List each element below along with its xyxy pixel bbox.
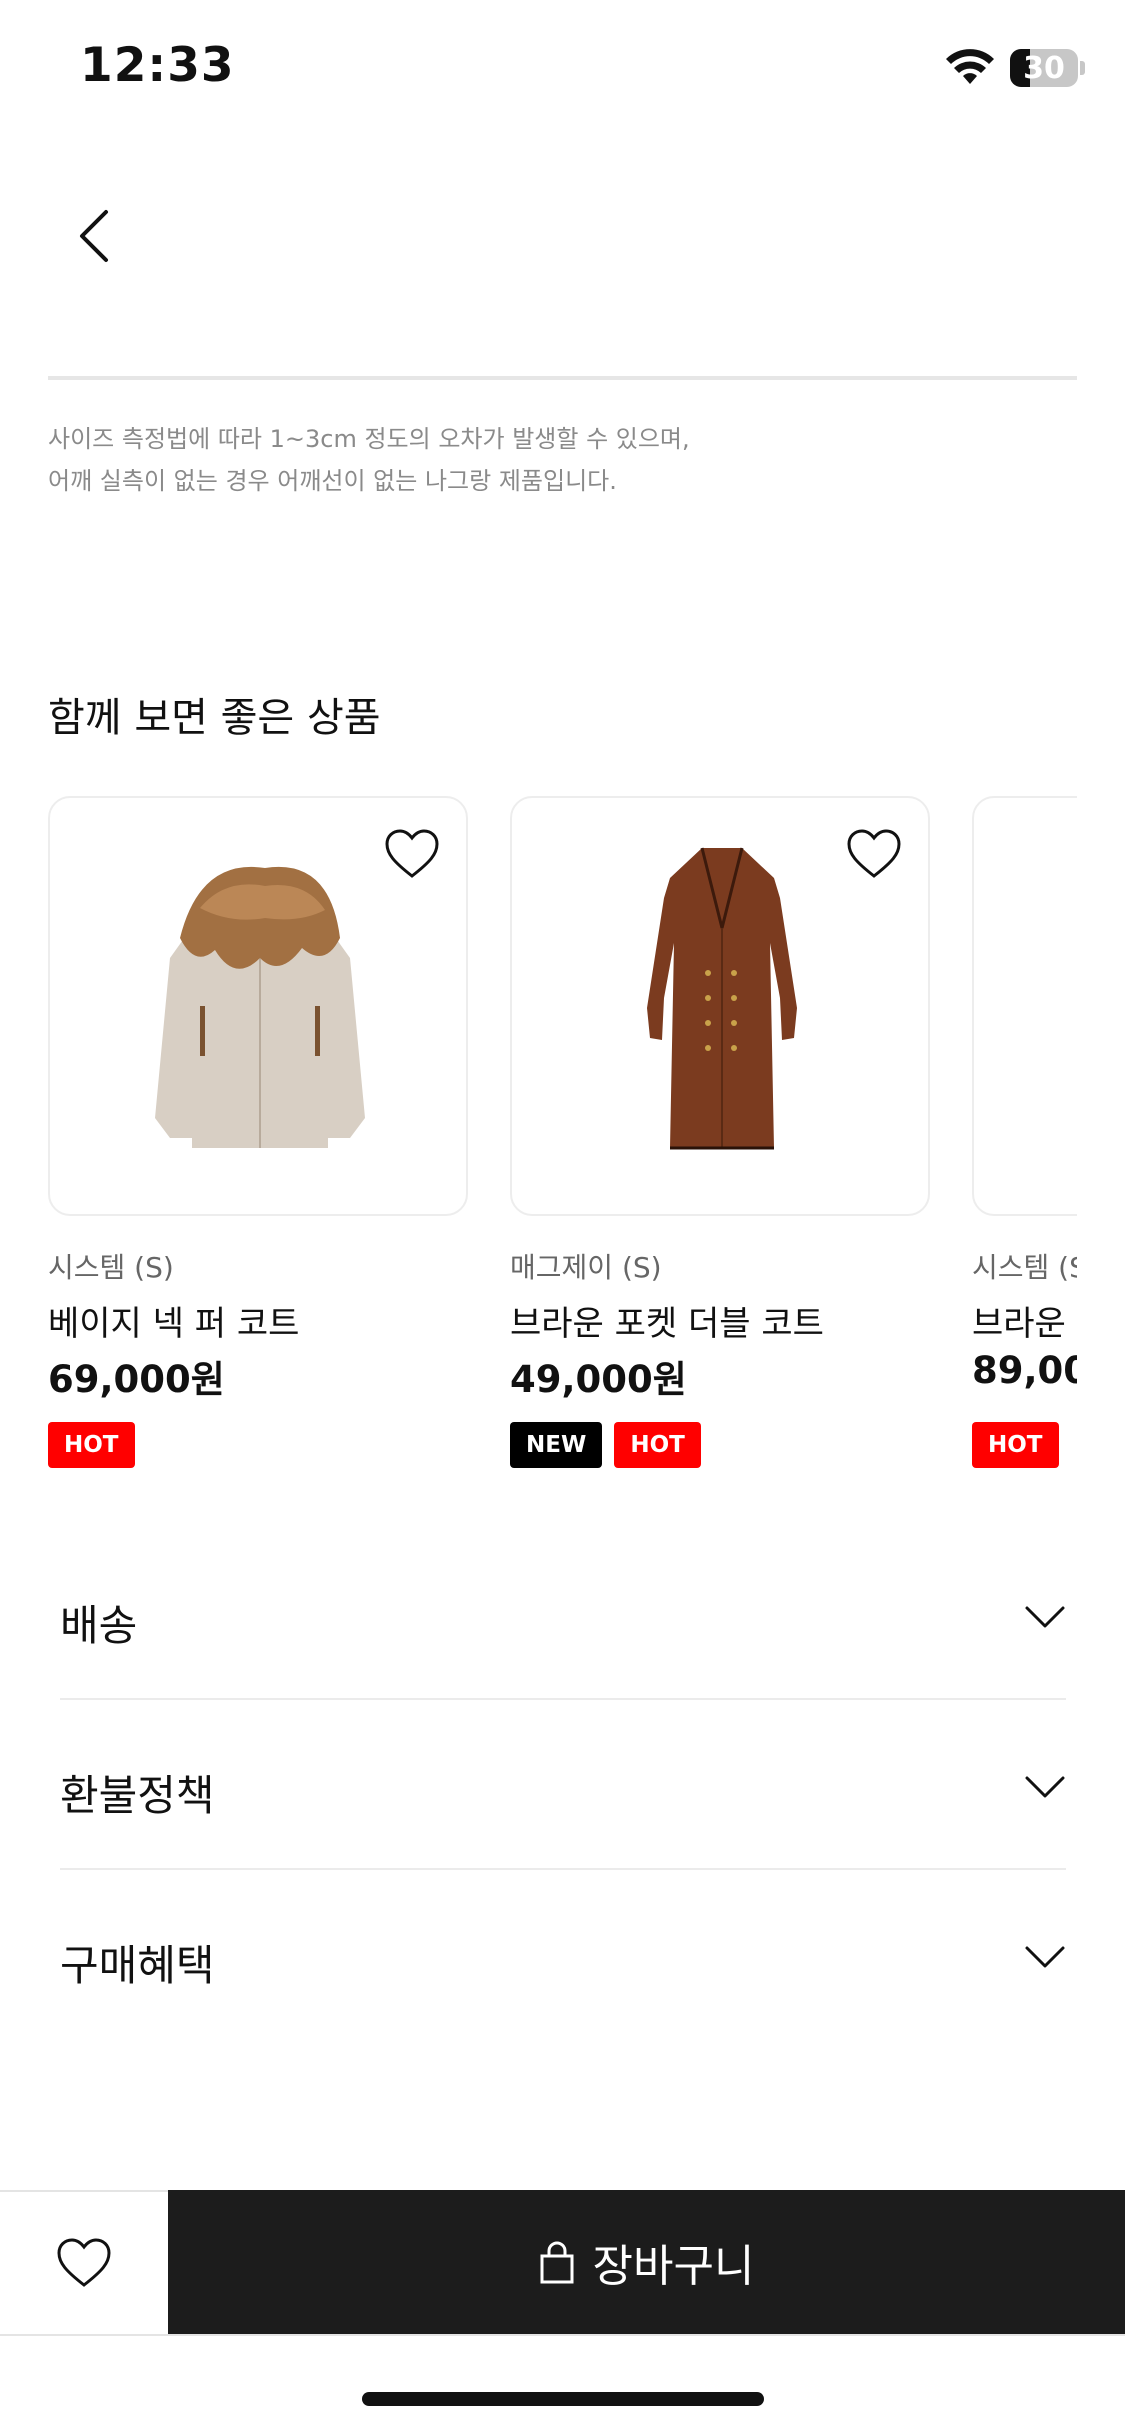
product-brand: 시스템 (S) <box>48 1251 174 1284</box>
product-brand: 시스템 (S) <box>972 1251 1077 1284</box>
battery-text: 30 <box>1023 50 1065 86</box>
accordion-label: 구매혜택 <box>60 1941 215 1990</box>
size-notice-line-1: 사이즈 측정법에 따라 1~3cm 정도의 오차가 발생할 수 있으며, <box>48 425 690 453</box>
product-image[interactable] <box>510 796 930 1216</box>
product-name[interactable]: 브라운 포켓 더블 코트 <box>510 1296 824 1345</box>
product-name[interactable]: 브라운 <box>972 1296 1066 1345</box>
battery-tip <box>1080 61 1085 75</box>
accordion-label: 배송 <box>60 1601 138 1650</box>
product-card[interactable]: 시스템 (S) 브라운 89,00 HOT <box>972 796 1077 1496</box>
chevron-down-icon[interactable] <box>1024 1774 1066 1800</box>
product-name[interactable]: 베이지 넥 퍼 코트 <box>48 1296 299 1345</box>
heart-icon <box>57 2238 111 2287</box>
heart-icon[interactable] <box>384 828 440 880</box>
add-to-cart-button[interactable]: 장바구니 <box>168 2190 1125 2334</box>
accordion-refund-policy[interactable]: 환불정책 <box>60 1700 1066 1870</box>
badge-group: NEW HOT <box>510 1422 701 1468</box>
product-brand: 매그제이 (S) <box>510 1251 662 1284</box>
back-button[interactable] <box>66 200 126 272</box>
badge-group: HOT <box>48 1422 135 1468</box>
hot-badge: HOT <box>614 1422 701 1468</box>
divider <box>0 2334 1125 2336</box>
wishlist-button[interactable] <box>0 2192 168 2334</box>
hot-badge: HOT <box>972 1422 1059 1468</box>
accordion-purchase-benefits[interactable]: 구매혜택 <box>60 1870 1066 2040</box>
heart-icon[interactable] <box>846 828 902 880</box>
hot-badge: HOT <box>48 1422 135 1468</box>
status-bar: 12:33 30 <box>0 0 1125 140</box>
product-image[interactable] <box>48 796 468 1216</box>
chevron-down-icon[interactable] <box>1024 1604 1066 1630</box>
bottom-action-bar: 장바구니 <box>0 2190 1125 2334</box>
cart-button-label: 장바구니 <box>592 2241 755 2292</box>
divider <box>48 376 1077 380</box>
accordion-label: 환불정책 <box>60 1771 215 1820</box>
product-price: 89,00 <box>972 1349 1077 1392</box>
status-time: 12:33 <box>80 38 235 93</box>
chevron-down-icon[interactable] <box>1024 1944 1066 1970</box>
shopping-bag-icon <box>540 2241 574 2284</box>
product-image[interactable] <box>972 796 1077 1216</box>
battery-icon: 30 <box>1010 49 1078 87</box>
new-badge: NEW <box>510 1422 603 1468</box>
home-indicator <box>362 2392 764 2406</box>
size-notice: 사이즈 측정법에 따라 1~3cm 정도의 오차가 발생할 수 있으며, 어깨 … <box>48 418 1048 502</box>
product-detail-page: 12:33 30 사이즈 측정법에 따라 1~3cm 정도의 오차가 발생할 수… <box>0 0 1125 2436</box>
product-card[interactable]: 매그제이 (S) 브라운 포켓 더블 코트 49,000원 NEW HOT <box>510 796 930 1496</box>
badge-group: HOT <box>972 1422 1059 1468</box>
accordion-shipping[interactable]: 배송 <box>60 1530 1066 1700</box>
product-price: 49,000원 <box>510 1358 687 1401</box>
product-card[interactable]: 시스템 (S) 베이지 넥 퍼 코트 69,000원 HOT <box>48 796 468 1496</box>
recommended-products-carousel[interactable]: 시스템 (S) 베이지 넥 퍼 코트 69,000원 HOT 매그제이 (S) … <box>48 796 1077 1496</box>
section-title: 함께 보면 좋은 상품 <box>48 695 381 741</box>
product-price: 69,000원 <box>48 1358 225 1401</box>
size-notice-line-2: 어깨 실측이 없는 경우 어깨선이 없는 나그랑 제품입니다. <box>48 467 617 495</box>
wifi-icon <box>946 49 994 84</box>
info-accordion: 배송 환불정책 구매혜택 <box>60 1530 1066 2040</box>
